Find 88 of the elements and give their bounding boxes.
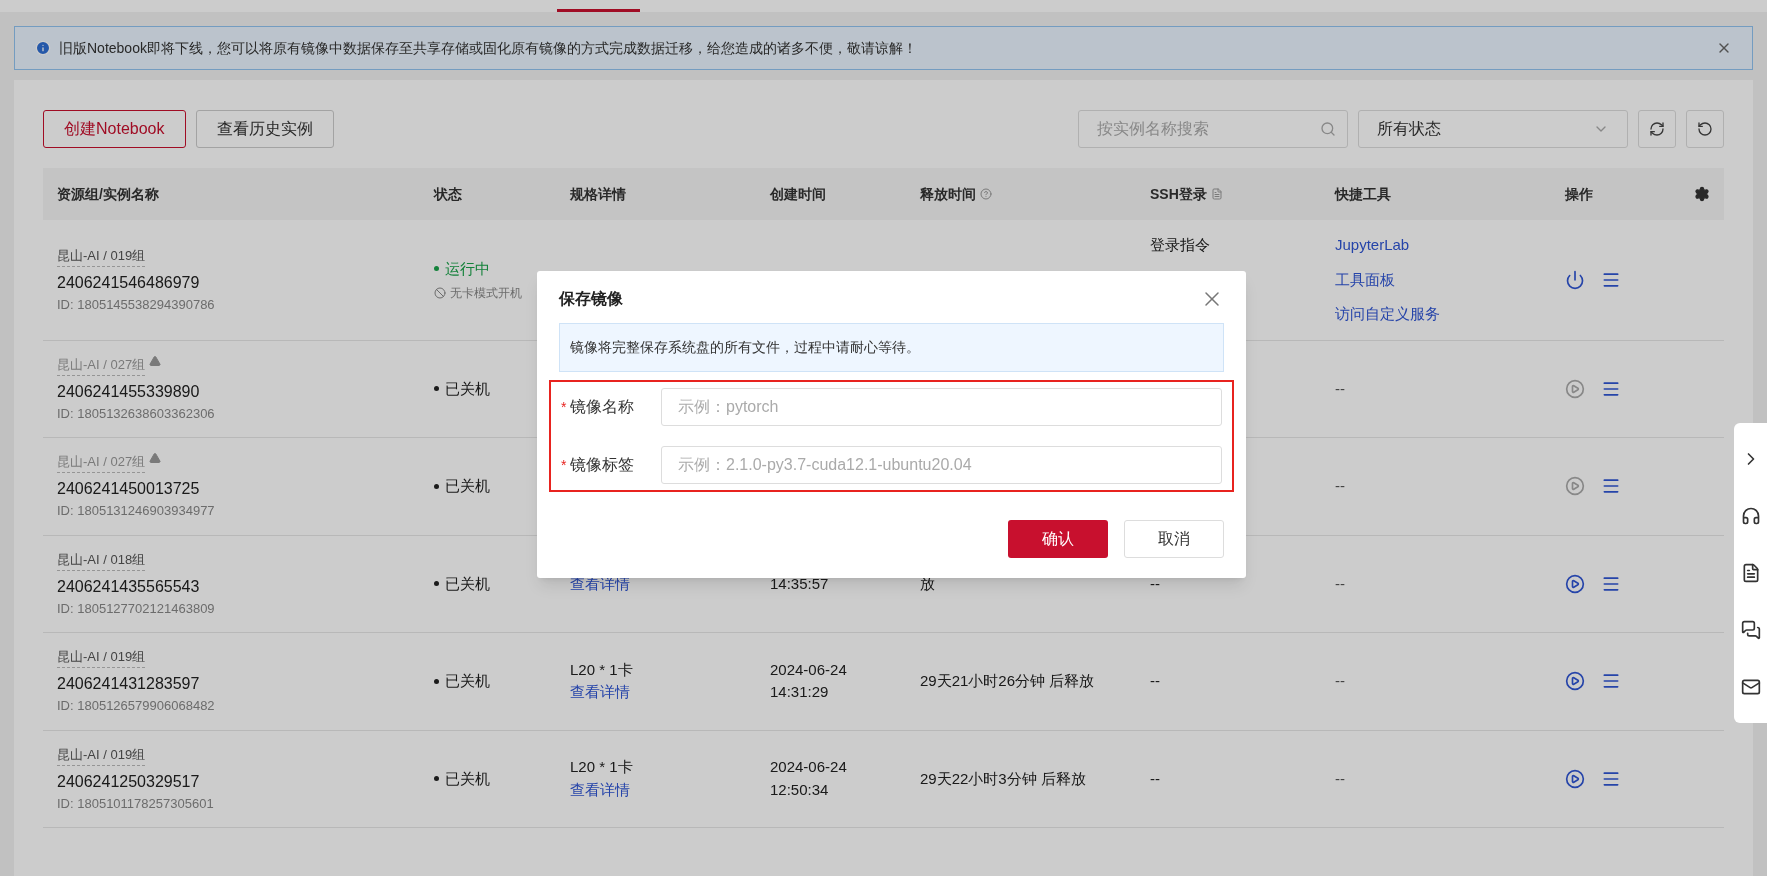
status-label: 已关机 <box>445 476 490 496</box>
required-mark: * <box>561 455 567 475</box>
column-header: 释放时间 <box>920 184 976 204</box>
resource-group[interactable]: 昆山-AI / 018组 <box>57 549 146 571</box>
instance-name: 2406241431283597 <box>57 674 201 694</box>
required-mark: * <box>561 397 567 417</box>
field-label: 镜像标签 <box>570 455 635 475</box>
created-time: 14:35:57 <box>770 573 830 594</box>
history-button[interactable]: 查看历史实例 <box>195 110 334 148</box>
status-label: 已关机 <box>445 378 490 399</box>
ban-icon <box>434 287 446 299</box>
field-label: 镜像名称 <box>570 397 635 417</box>
play-icon[interactable] <box>1565 768 1585 789</box>
details-link[interactable]: 查看详情 <box>570 778 630 802</box>
reset-icon <box>1697 121 1713 137</box>
tool-link[interactable]: 工具面板 <box>1335 268 1395 291</box>
column-header: 规格详情 <box>570 184 626 204</box>
settings-icon[interactable] <box>1694 186 1710 202</box>
resource-group[interactable]: 昆山-AI / 019组 <box>57 647 146 668</box>
tool-empty: -- <box>1335 671 1345 691</box>
refresh-button[interactable] <box>1638 110 1676 148</box>
tool-empty: -- <box>1335 573 1345 594</box>
created-time: 2024-06-24 <box>770 757 848 778</box>
tool-link[interactable]: 访问自定义服务 <box>1335 303 1440 326</box>
dialog-title: 保存镜像 <box>559 289 623 309</box>
instance-name: 2406241435565543 <box>57 576 201 597</box>
cancel-button[interactable]: 取消 <box>1124 520 1224 558</box>
info-icon <box>35 40 51 56</box>
status-label: 已关机 <box>445 573 490 594</box>
ssh-login: -- <box>1150 573 1160 594</box>
chat-icon[interactable] <box>1740 619 1761 640</box>
warning-icon <box>149 452 162 464</box>
tool-empty: -- <box>1335 768 1345 789</box>
ssh-login: 登录指令 <box>1150 235 1210 255</box>
status-select[interactable]: 所有状态 <box>1358 110 1628 148</box>
document-icon <box>1210 188 1223 200</box>
column-header: 创建时间 <box>770 184 826 204</box>
spec-text: L20 * 1卡 <box>570 659 634 680</box>
instance-id: ID: 1805132638603362306 <box>57 404 216 423</box>
instance-id: ID: 1805101178257305601 <box>57 794 215 813</box>
column-header: SSH登录 <box>1150 184 1207 204</box>
instance-id: ID: 1805145538294390786 <box>57 295 216 314</box>
create-button[interactable]: 创建Notebook <box>43 110 186 148</box>
status-label: 已关机 <box>445 768 490 789</box>
text-field[interactable]: 示例：2.1.0-py3.7-cuda12.1-ubuntu20.04 <box>661 446 1222 484</box>
instance-id: ID: 1805131246903934977 <box>57 502 216 520</box>
details-link[interactable]: 查看详情 <box>570 681 630 704</box>
column-header: 资源组/实例名称 <box>57 184 159 204</box>
instance-id: ID: 1805126579906068482 <box>57 697 216 715</box>
release-time: 放 <box>920 573 936 594</box>
play-icon[interactable] <box>1565 573 1585 594</box>
reset-button[interactable] <box>1686 110 1724 148</box>
instance-name: 2406241250329517 <box>57 771 201 792</box>
column-header: 快捷工具 <box>1335 184 1391 204</box>
headset-icon[interactable] <box>1740 506 1761 527</box>
refresh-icon <box>1649 121 1665 137</box>
status-label: 运行中 <box>445 258 490 279</box>
confirm-button[interactable]: 确认 <box>1008 520 1108 558</box>
tool-link[interactable]: JupyterLab <box>1335 234 1410 257</box>
instance-id: ID: 1805127702121463809 <box>57 599 216 618</box>
instance-name: 2406241546486979 <box>57 272 201 293</box>
column-header: 操作 <box>1565 184 1593 204</box>
power-icon[interactable] <box>1565 269 1585 290</box>
notice-text: 旧版Notebook即将下线，您可以将原有镜像中数据保存至共享存储或固化原有镜像的方式完成数据迁移，给您造成的诸多不便，敬请谅解！ <box>59 38 918 58</box>
created-time: 14:31:29 <box>770 682 830 703</box>
tool-empty: -- <box>1335 476 1345 496</box>
resource-group[interactable]: 昆山-AI / 019组 <box>57 245 146 267</box>
ssh-login: -- <box>1150 671 1160 691</box>
help-icon <box>980 188 992 200</box>
column-header: 状态 <box>434 184 462 204</box>
info-message: 镜像将完整保存系统盘的所有文件，过程中请耐心等待。 <box>559 323 1224 372</box>
release-time: 29天22小时3分钟 后释放 <box>920 768 1087 789</box>
spec-text: L20 * 1卡 <box>570 757 634 778</box>
release-time: 29天21小时26分钟 后释放 <box>920 671 1096 691</box>
instance-name: 2406241455339890 <box>57 381 201 402</box>
instance-name: 2406241450013725 <box>57 479 201 499</box>
status-label: 已关机 <box>445 671 490 691</box>
resource-group[interactable]: 昆山-AI / 019组 <box>57 744 146 766</box>
search-icon <box>1320 121 1336 137</box>
status-note: 无卡模式开机 <box>450 285 522 302</box>
ssh-login: -- <box>1150 768 1160 789</box>
text-field[interactable]: 示例：pytorch <box>661 388 1222 426</box>
created-time: 2024-06-24 <box>770 659 848 680</box>
warning-icon <box>149 354 162 367</box>
tool-empty: -- <box>1335 378 1345 399</box>
search-field[interactable]: 按实例名称搜索 <box>1078 110 1348 148</box>
play-icon[interactable] <box>1565 671 1585 692</box>
created-time: 12:50:34 <box>770 779 830 800</box>
